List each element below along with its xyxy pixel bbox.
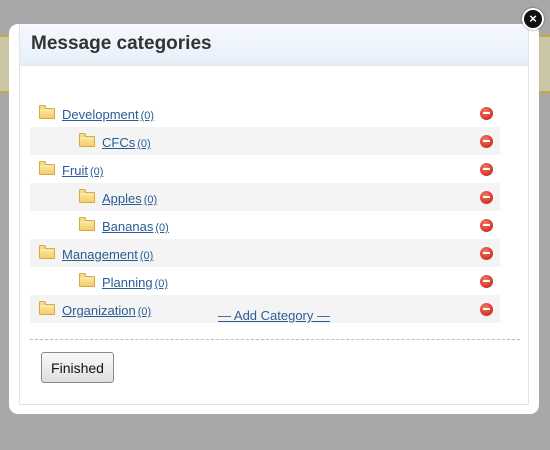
delete-icon[interactable] xyxy=(480,275,493,288)
category-name: Fruit xyxy=(62,163,88,178)
folder-icon xyxy=(79,133,95,147)
category-list: Development (0) CFCs (0) Fruit (0) Apples (0… xyxy=(30,99,500,323)
delete-icon[interactable] xyxy=(480,219,493,232)
category-row: CFCs (0) xyxy=(30,127,500,155)
message-categories-dialog: Message categories Development (0) CFCs (0… xyxy=(9,24,539,414)
delete-icon[interactable] xyxy=(480,163,493,176)
finished-button[interactable]: Finished xyxy=(41,352,114,383)
folder-icon xyxy=(39,161,55,175)
category-count: (0) xyxy=(140,110,155,122)
delete-icon[interactable] xyxy=(480,247,493,260)
category-row: Apples (0) xyxy=(30,183,500,211)
category-count: (0) xyxy=(137,138,151,150)
category-count: (0) xyxy=(143,194,158,206)
category-name: Management xyxy=(62,247,138,262)
category-link-planning[interactable]: Planning (0) xyxy=(102,275,168,290)
category-name: Planning xyxy=(102,275,153,290)
dialog-header: Message categories xyxy=(20,24,528,66)
folder-icon xyxy=(79,189,95,203)
category-link-bananas[interactable]: Bananas (0) xyxy=(102,219,169,234)
category-name: Development xyxy=(62,107,139,122)
category-name: CFCs xyxy=(102,135,136,150)
category-link-apples[interactable]: Apples (0) xyxy=(102,191,157,206)
category-name: Apples xyxy=(102,191,142,206)
category-row: Bananas (0) xyxy=(30,211,500,239)
folder-icon xyxy=(79,217,95,231)
folder-icon xyxy=(39,105,55,119)
folder-icon xyxy=(79,273,95,287)
delete-icon[interactable] xyxy=(480,191,493,204)
folder-icon xyxy=(39,245,55,259)
category-link-development[interactable]: Development (0) xyxy=(62,107,154,122)
delete-icon[interactable] xyxy=(480,107,493,120)
dialog-title: Message categories xyxy=(31,33,212,54)
category-count: (0) xyxy=(90,166,104,178)
category-link-cfcs[interactable]: CFCs (0) xyxy=(102,135,151,150)
dashed-divider xyxy=(30,339,520,340)
category-row: Management (0) xyxy=(30,239,500,267)
category-count: (0) xyxy=(154,278,169,290)
add-category-link[interactable]: — Add Category — xyxy=(9,308,539,323)
close-icon[interactable]: × xyxy=(522,8,544,30)
delete-icon[interactable] xyxy=(480,135,493,148)
category-count: (0) xyxy=(155,222,169,234)
category-row: Planning (0) xyxy=(30,267,500,295)
category-row: Fruit (0) xyxy=(30,155,500,183)
category-name: Bananas xyxy=(102,219,154,234)
category-count: (0) xyxy=(139,250,154,262)
category-link-fruit[interactable]: Fruit (0) xyxy=(62,163,103,178)
category-row: Development (0) xyxy=(30,99,500,127)
category-link-management[interactable]: Management (0) xyxy=(62,247,153,262)
